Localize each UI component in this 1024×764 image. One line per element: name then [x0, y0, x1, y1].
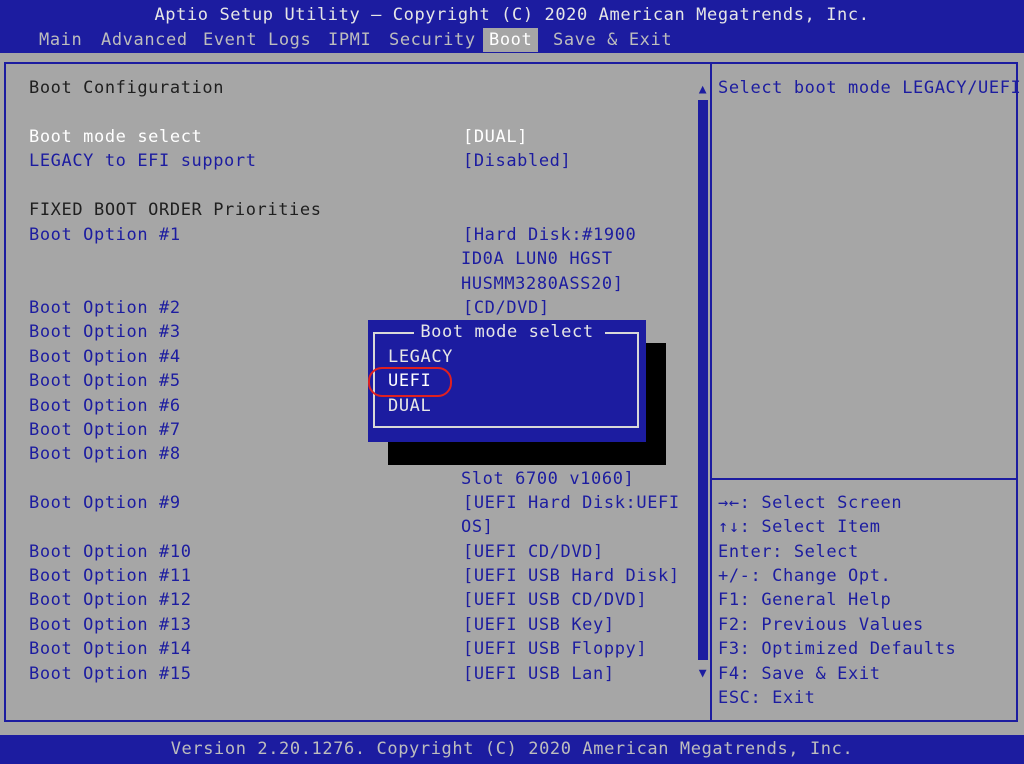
- boot-option-15-value[interactable]: [UEFI USB Lan]: [463, 662, 615, 686]
- scroll-up-icon[interactable]: ▲: [695, 82, 711, 98]
- key-hint-esc: ESC: Exit: [718, 688, 816, 708]
- boot-option-1-value[interactable]: [Hard Disk:#1900: [463, 223, 636, 247]
- popup-item-dual[interactable]: DUAL: [388, 394, 431, 418]
- legacy-efi-label[interactable]: LEGACY to EFI support: [29, 149, 257, 173]
- boot-option-9-label[interactable]: Boot Option #9: [29, 491, 181, 515]
- red-highlight-circle: [368, 367, 452, 397]
- tab-advanced[interactable]: Advanced: [95, 28, 194, 52]
- tab-ipmi[interactable]: IPMI: [322, 28, 377, 52]
- boot-option-2-value[interactable]: [CD/DVD]: [463, 296, 550, 320]
- scrollbar[interactable]: [698, 100, 708, 660]
- boot-option-14-label[interactable]: Boot Option #14: [29, 637, 192, 661]
- boot-mode-label[interactable]: Boot mode select: [29, 125, 202, 149]
- popup-item-legacy[interactable]: LEGACY: [388, 345, 453, 369]
- help-divider: [712, 478, 1018, 480]
- boot-option-15-label[interactable]: Boot Option #15: [29, 662, 192, 686]
- fixed-order-title: FIXED BOOT ORDER Priorities: [29, 200, 322, 220]
- key-hint-f3: F3: Optimized Defaults: [718, 639, 957, 659]
- footer-version: Version 2.20.1276. Copyright (C) 2020 Am…: [170, 739, 854, 759]
- tab-event-logs[interactable]: Event Logs: [197, 28, 317, 52]
- panel-divider: [710, 62, 712, 722]
- key-hint-change-opt: +/-: Change Opt.: [718, 566, 892, 586]
- boot-option-8-value[interactable]: Slot 6700 v1060]: [461, 467, 634, 491]
- tab-boot[interactable]: Boot: [483, 28, 539, 52]
- boot-option-10-label[interactable]: Boot Option #10: [29, 540, 192, 564]
- boot-option-2-label[interactable]: Boot Option #2: [29, 296, 181, 320]
- boot-option-10-value[interactable]: [UEFI CD/DVD]: [463, 540, 604, 564]
- boot-option-6-label[interactable]: Boot Option #6: [29, 394, 181, 418]
- section-title: Boot Configuration: [29, 78, 225, 98]
- key-hint-f4: F4: Save & Exit: [718, 664, 881, 684]
- key-hint-enter: Enter: Select: [718, 542, 859, 562]
- boot-option-11-value[interactable]: [UEFI USB Hard Disk]: [463, 564, 680, 588]
- boot-mode-value[interactable]: [DUAL]: [463, 125, 528, 149]
- legacy-efi-value[interactable]: [Disabled]: [463, 149, 571, 173]
- tab-save-exit[interactable]: Save & Exit: [547, 28, 678, 52]
- key-hint-select-screen: →←: Select Screen: [718, 493, 903, 513]
- boot-option-9-value[interactable]: [UEFI Hard Disk:UEFI: [463, 491, 680, 515]
- boot-option-12-value[interactable]: [UEFI USB CD/DVD]: [463, 588, 647, 612]
- boot-option-3-label[interactable]: Boot Option #3: [29, 320, 181, 344]
- boot-option-8-label[interactable]: Boot Option #8: [29, 442, 181, 466]
- boot-option-11-label[interactable]: Boot Option #11: [29, 564, 192, 588]
- scroll-down-icon[interactable]: ▼: [695, 666, 711, 682]
- boot-option-1-value-line3: HUSMM3280ASS20]: [461, 274, 624, 294]
- tab-main[interactable]: Main: [33, 28, 88, 52]
- boot-option-14-value[interactable]: [UEFI USB Floppy]: [463, 637, 647, 661]
- boot-option-1-label[interactable]: Boot Option #1: [29, 223, 181, 247]
- boot-option-13-label[interactable]: Boot Option #13: [29, 613, 192, 637]
- key-hint-f2: F2: Previous Values: [718, 615, 924, 635]
- help-description: Select boot mode LEGACY/UEFI: [718, 78, 1022, 98]
- boot-option-5-label[interactable]: Boot Option #5: [29, 369, 181, 393]
- tab-security[interactable]: Security: [383, 28, 482, 52]
- boot-option-13-value[interactable]: [UEFI USB Key]: [463, 613, 615, 637]
- window-title: Aptio Setup Utility – Copyright (C) 2020…: [154, 5, 870, 25]
- boot-option-1-value-line2: ID0A LUN0 HGST: [461, 249, 613, 269]
- boot-option-9-value-line2: OS]: [461, 517, 494, 537]
- boot-option-4-label[interactable]: Boot Option #4: [29, 345, 181, 369]
- key-hint-select-item: ↑↓: Select Item: [718, 517, 881, 537]
- key-hint-f1: F1: General Help: [718, 590, 892, 610]
- boot-option-12-label[interactable]: Boot Option #12: [29, 588, 192, 612]
- popup-title: Boot mode select: [368, 320, 646, 344]
- boot-option-7-label[interactable]: Boot Option #7: [29, 418, 181, 442]
